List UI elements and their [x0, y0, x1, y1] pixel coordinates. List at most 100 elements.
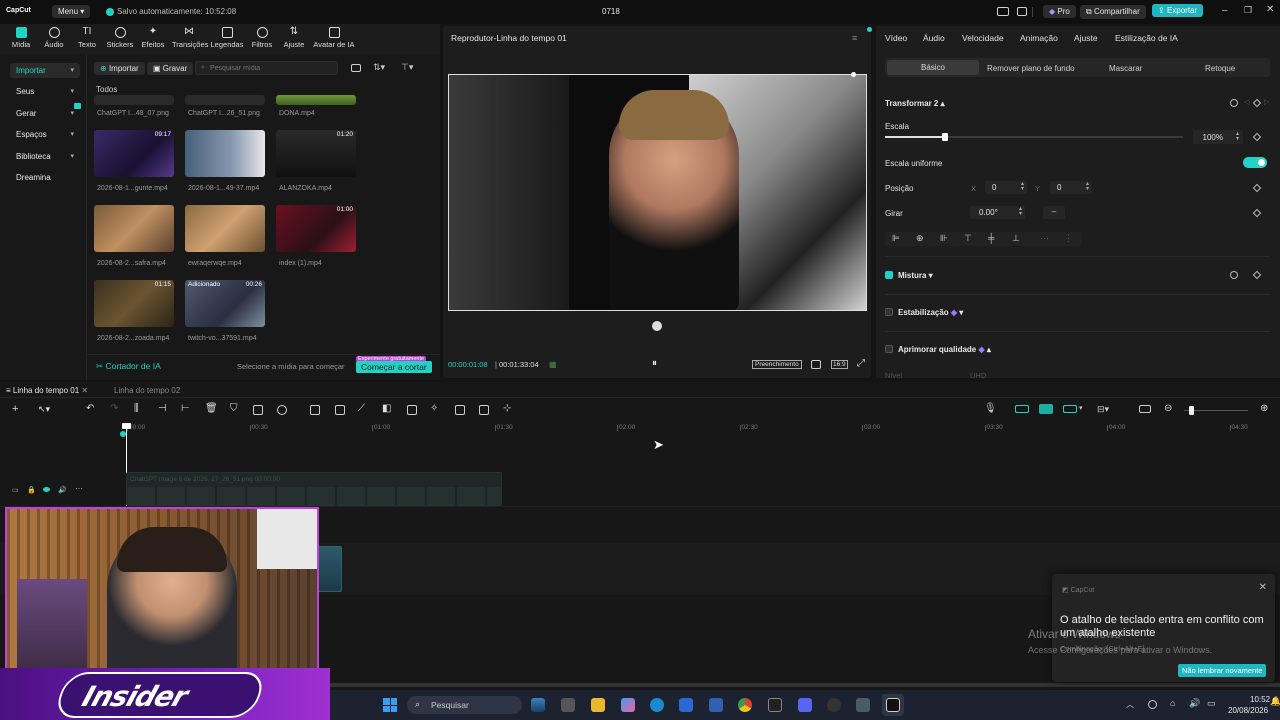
- frame-icon[interactable]: [455, 405, 465, 415]
- sidebar-item-generate[interactable]: Gerar ▾: [10, 103, 81, 121]
- fullscreen-icon[interactable]: ⤢: [857, 358, 865, 369]
- media-thumbnail[interactable]: 01:20: [276, 130, 356, 177]
- zoom-slider-thumb[interactable]: [1189, 406, 1194, 415]
- battery-icon[interactable]: ▭: [1207, 698, 1216, 709]
- reset-icon[interactable]: [1230, 99, 1238, 107]
- delete-icon[interactable]: 🗑: [205, 403, 218, 414]
- taskbar-app-explorer[interactable]: [587, 694, 609, 716]
- taskbar-app-edge[interactable]: [646, 694, 668, 716]
- network-icon[interactable]: ⌂: [1170, 698, 1175, 708]
- ratio-button[interactable]: 16:9: [831, 360, 848, 369]
- taskbar-app-capcut-active[interactable]: [882, 694, 904, 716]
- taskbar-app-obs[interactable]: [823, 694, 845, 716]
- next-keyframe-icon[interactable]: ▷: [1264, 98, 1269, 106]
- fill-button[interactable]: Preenchimento: [752, 360, 802, 369]
- crop-icon[interactable]: [811, 360, 821, 369]
- media-thumbnail[interactable]: [276, 95, 356, 105]
- align-left-icon[interactable]: ⊫: [892, 233, 900, 244]
- audio-icon[interactable]: [407, 405, 417, 415]
- export-button[interactable]: ⇪ Exportar: [1152, 4, 1204, 17]
- mirror-icon[interactable]: ⟋: [358, 403, 365, 414]
- scale-slider-thumb[interactable]: [942, 133, 948, 141]
- tab-video[interactable]: Vídeo: [885, 33, 907, 43]
- shortcuts-icon[interactable]: [1017, 7, 1027, 16]
- tab-captions[interactable]: Legendas: [210, 27, 244, 49]
- subtab-mask[interactable]: Mascarar: [1109, 64, 1142, 73]
- playhead-handle[interactable]: [122, 423, 131, 429]
- more-icon[interactable]: ⋯: [75, 484, 83, 493]
- rotate-tool-icon[interactable]: ◧: [382, 403, 391, 414]
- volume-icon[interactable]: 🔊: [1189, 698, 1200, 709]
- prev-keyframe-icon[interactable]: ◁: [1244, 98, 1249, 106]
- minimize-icon[interactable]: –: [1222, 5, 1228, 16]
- taskbar-app-mail[interactable]: [705, 694, 727, 716]
- filter-all[interactable]: Todos: [96, 85, 117, 94]
- tab-animation[interactable]: Animação: [1020, 33, 1058, 43]
- taskbar-app-chrome[interactable]: [734, 694, 756, 716]
- tab-ai-styling[interactable]: Estilização de IA: [1115, 33, 1178, 43]
- redo-icon[interactable]: ↷: [110, 403, 118, 414]
- timeline-tab-2[interactable]: Linha do tempo 02: [114, 386, 180, 395]
- grid-view-icon[interactable]: [351, 64, 361, 72]
- notification-icon[interactable]: 🔔: [1270, 696, 1280, 707]
- effect-icon[interactable]: [277, 405, 287, 415]
- sidebar-item-import[interactable]: Importar ▾: [10, 63, 80, 78]
- media-thumbnail[interactable]: 01:00: [276, 205, 356, 252]
- dont-remind-button[interactable]: Não lembrar novamente: [1178, 664, 1267, 677]
- clock-time[interactable]: 10:52: [1250, 695, 1270, 704]
- distribute-h-icon[interactable]: ⋯: [1040, 233, 1049, 244]
- tab-speed[interactable]: Velocidade: [962, 33, 1004, 43]
- taskbar-app-capcut[interactable]: [764, 694, 786, 716]
- position-y-input[interactable]: 0 ▴ ▾: [1050, 181, 1092, 194]
- magnet-icon[interactable]: [1039, 404, 1053, 414]
- visibility-icon[interactable]: [43, 487, 50, 492]
- subtab-remove-bg[interactable]: Remover plano de fundo: [987, 64, 1075, 73]
- tab-audio-props[interactable]: Áudio: [923, 33, 945, 43]
- captions-icon[interactable]: [1139, 405, 1151, 413]
- import-button[interactable]: ⊕ Importar: [94, 62, 145, 75]
- sidebar-item-spaces[interactable]: Espaços ▾: [10, 127, 80, 142]
- split-left-icon[interactable]: ⊣: [158, 403, 167, 414]
- position-x-input[interactable]: 0 ▴ ▾: [985, 181, 1027, 194]
- zoom-out-icon[interactable]: ⊖: [1164, 403, 1172, 414]
- taskbar-app-copilot[interactable]: [617, 694, 639, 716]
- reset-icon[interactable]: [1230, 271, 1238, 279]
- share-button[interactable]: ⧉ Compartilhar: [1080, 5, 1146, 19]
- split-right-icon[interactable]: ⊢: [181, 403, 190, 414]
- split-icon[interactable]: ⫼: [134, 403, 139, 414]
- tab-filters[interactable]: Filtros: [245, 27, 279, 49]
- sidebar-item-yours[interactable]: Seus ▾: [10, 84, 80, 99]
- crop-tool-icon[interactable]: [253, 405, 263, 415]
- corner-handle[interactable]: [851, 72, 856, 77]
- auto-reframe-icon[interactable]: ⊹: [503, 403, 511, 414]
- media-thumbnail[interactable]: [185, 95, 265, 105]
- toast-close-icon[interactable]: ✕: [1259, 582, 1267, 593]
- taskbar-app-store[interactable]: [675, 694, 697, 716]
- distribute-v-icon[interactable]: ⋮: [1064, 233, 1073, 244]
- menu-button[interactable]: Menu ▾: [52, 5, 91, 18]
- reverse-icon[interactable]: [335, 405, 345, 415]
- align-bottom-icon[interactable]: ⊥: [1012, 233, 1020, 244]
- clock-date[interactable]: 20/08/2026: [1228, 706, 1268, 715]
- video-preview[interactable]: [448, 74, 867, 311]
- sidebar-item-dreamina[interactable]: Dreamina: [10, 170, 80, 185]
- shield-icon[interactable]: ⛉: [230, 403, 238, 414]
- time-ruler[interactable]: 00:00 00:30 01:00 01:30 02:00 02:30 03:00 03:30…: [0, 420, 1280, 436]
- subtab-basic[interactable]: Básico: [887, 60, 979, 75]
- blend-checkbox[interactable]: [885, 271, 893, 279]
- rotate-handle-icon[interactable]: [652, 321, 662, 331]
- tab-audio[interactable]: Áudio: [37, 27, 71, 49]
- mute-icon[interactable]: 🔊: [58, 486, 67, 494]
- media-thumbnail[interactable]: Adicionado 00:26: [185, 280, 265, 327]
- add-track-icon[interactable]: +: [12, 403, 18, 415]
- close-icon[interactable]: ✕: [1266, 4, 1274, 15]
- maximize-icon[interactable]: ❐: [1244, 5, 1252, 16]
- media-thumbnail[interactable]: [185, 130, 265, 177]
- stabilize-checkbox[interactable]: [885, 308, 893, 316]
- cover-icon[interactable]: ▭: [12, 486, 19, 494]
- taskbar-app-tool[interactable]: [852, 694, 874, 716]
- sidebar-item-library[interactable]: Biblioteca ▾: [10, 149, 80, 164]
- align-center-icon[interactable]: ⊕: [916, 233, 924, 244]
- filter-icon[interactable]: ⊤▾: [401, 62, 413, 73]
- pause-button[interactable]: ⏸: [652, 358, 657, 369]
